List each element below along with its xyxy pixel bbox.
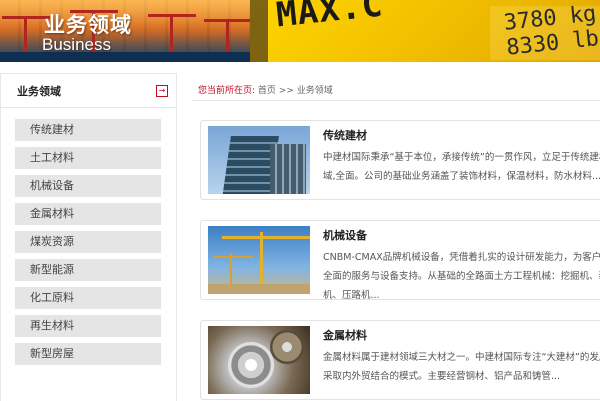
business-card-metal-materials[interactable]: 金属材料 金属材料属于建材领域三大材之一。中建材国际专注“大建材”的发展，采取内…: [200, 320, 600, 400]
breadcrumb-separator: >>: [278, 86, 294, 96]
banner-title-en: Business: [42, 35, 111, 54]
business-card-machinery[interactable]: 机械设备 CNBM-CMAX品牌机械设备，凭借着扎实的设计研发能力，为客户提供全…: [200, 220, 600, 301]
sidebar-list: 传统建材 土工材料 机械设备 金属材料 煤炭资源 新型能源 化工原料 再生材料 …: [1, 108, 176, 365]
banner-sign-image: MAX.C 3780 kg 8330 lb: [250, 0, 600, 62]
sidebar-item-new-housing[interactable]: 新型房屋: [15, 343, 161, 365]
card-title[interactable]: 金属材料: [323, 327, 367, 343]
card-description: 金属材料属于建材领域三大材之一。中建材国际专注“大建材”的发展，采取内外贸结合的…: [323, 352, 600, 382]
sidebar-item-chemical-materials[interactable]: 化工原料: [15, 287, 161, 309]
sidebar-title: 业务领域: [17, 84, 61, 98]
card-title[interactable]: 机械设备: [323, 227, 367, 243]
card-description: 中建材国际秉承“基于本位，承接传统”的一贯作风，立足于传统建材领域,全面。公司的…: [323, 152, 600, 182]
page-banner: MAX.C 3780 kg 8330 lb 业务领域 Business: [0, 0, 600, 62]
breadcrumb-divider: [192, 100, 600, 101]
business-card-traditional-building-materials[interactable]: 传统建材 中建材国际秉承“基于本位，承接传统”的一贯作风，立足于传统建材领域,全…: [200, 120, 600, 200]
sidebar-item-metal-materials[interactable]: 金属材料: [15, 203, 161, 225]
sidebar-item-coal-resources[interactable]: 煤炭资源: [15, 231, 161, 253]
breadcrumb-prefix: 您当前所在页:: [198, 86, 256, 96]
banner-sign-weight: 3780 kg 8330 lb: [502, 1, 600, 61]
breadcrumb-current: 业务领域: [296, 86, 333, 96]
sidebar-item-geotechnical-materials[interactable]: 土工材料: [15, 147, 161, 169]
card-image-building[interactable]: [208, 126, 310, 194]
sidebar-item-new-energy[interactable]: 新型能源: [15, 259, 161, 281]
ship-graphic: [0, 52, 250, 62]
sidebar-item-recycled-materials[interactable]: 再生材料: [15, 315, 161, 337]
breadcrumb: 您当前所在页: 首页 >> 业务领域: [198, 83, 333, 96]
sidebar: 业务领域 → 传统建材 土工材料 机械设备 金属材料 煤炭资源 新型能源 化工原…: [0, 73, 177, 401]
sidebar-header: 业务领域 →: [1, 74, 176, 108]
crane-graphic: [204, 19, 252, 54]
card-image-metal-coils[interactable]: [208, 326, 310, 394]
card-image-crane[interactable]: [208, 226, 310, 294]
breadcrumb-home-link[interactable]: 首页: [258, 86, 276, 96]
card-description: CNBM-CMAX品牌机械设备，凭借着扎实的设计研发能力，为客户提供全面的服务与…: [323, 252, 600, 301]
arrow-right-box-icon[interactable]: →: [156, 84, 168, 97]
sidebar-item-machinery[interactable]: 机械设备: [15, 175, 161, 197]
sidebar-item-traditional-building-materials[interactable]: 传统建材: [15, 119, 161, 141]
crane-graphic: [2, 16, 50, 54]
crane-graphic: [148, 14, 196, 54]
card-title[interactable]: 传统建材: [323, 127, 367, 143]
banner-sign-text: MAX.C: [274, 0, 386, 36]
